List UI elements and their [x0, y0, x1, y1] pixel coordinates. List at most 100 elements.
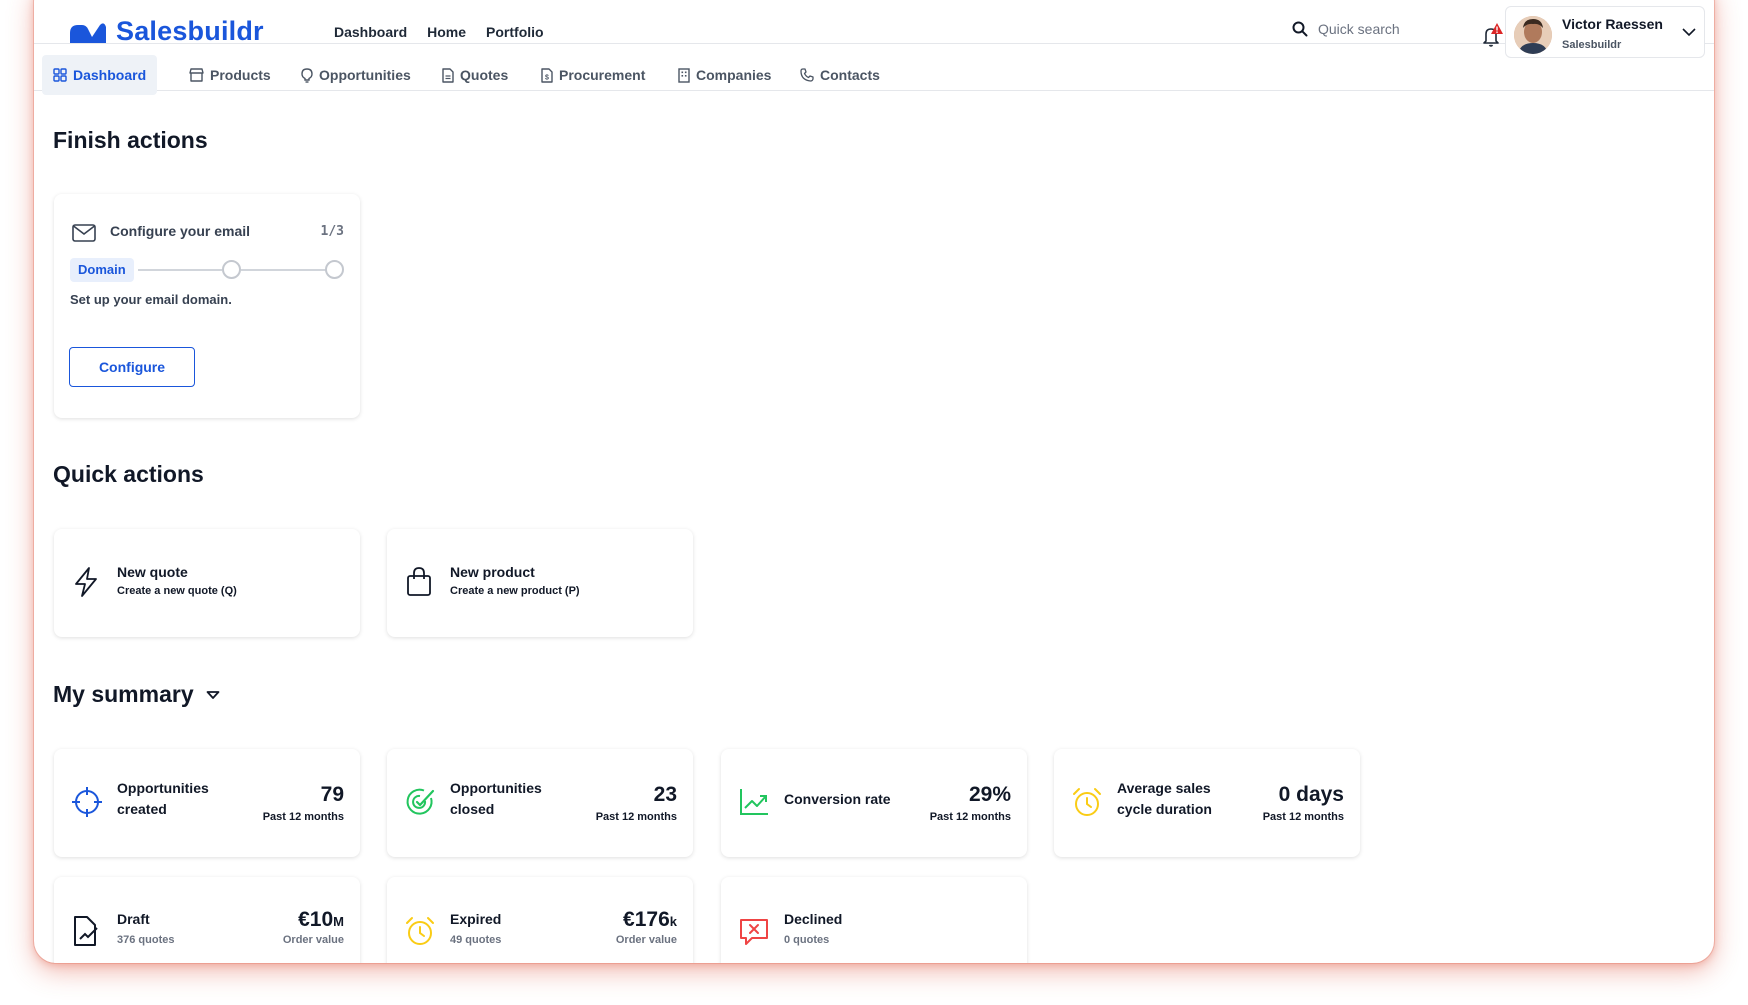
- top-nav: Dashboard Home Portfolio: [334, 24, 544, 40]
- stat-count: 49 quotes: [450, 934, 502, 946]
- value-unit: k: [669, 914, 677, 929]
- value-unit: M: [333, 914, 344, 929]
- setup-progress: 1/3: [320, 224, 344, 239]
- logo-text: Salesbuildr: [116, 16, 264, 46]
- envelope-icon: [72, 224, 96, 242]
- tab-companies[interactable]: Companies: [667, 55, 782, 95]
- stat-label: Conversion rate: [784, 791, 891, 807]
- quick-action-subtitle: Create a new quote (Q): [117, 585, 237, 597]
- stat-caption: Order value: [282, 934, 344, 946]
- value-amount: €176: [623, 908, 670, 931]
- tab-label: Companies: [696, 67, 772, 83]
- stat-value: €10M: [298, 908, 344, 932]
- stat-average-sales-cycle[interactable]: Average sales cycle duration 0 days Past…: [1054, 749, 1360, 857]
- stat-caption: Order value: [615, 934, 677, 946]
- quick-action-subtitle: Create a new product (P): [450, 585, 580, 597]
- stat-label: Expired: [450, 911, 502, 927]
- logo-icon: [70, 22, 106, 43]
- draft-document-icon: [74, 916, 98, 946]
- tab-contacts[interactable]: Contacts: [789, 55, 891, 95]
- step-marker[interactable]: [325, 260, 344, 279]
- step-connector: [138, 269, 222, 271]
- tab-procurement[interactable]: $ Procurement: [530, 55, 656, 95]
- stat-label: Draft: [117, 911, 150, 927]
- app-window: Salesbuildr Dashboard Home Portfolio Qui…: [34, 0, 1714, 963]
- stat-value: €176k: [623, 908, 677, 932]
- user-name: Victor Raessen: [1562, 16, 1663, 32]
- topnav-dashboard[interactable]: Dashboard: [334, 24, 407, 40]
- stat-label: Opportunities: [117, 780, 209, 796]
- stat-count: 376 quotes: [117, 934, 175, 946]
- setup-title: Configure your email: [110, 223, 251, 239]
- tab-label: Procurement: [559, 67, 646, 83]
- stat-period: Past 12 months: [1262, 811, 1344, 823]
- configure-button[interactable]: Configure: [69, 347, 195, 387]
- alarm-icon: [1073, 788, 1101, 816]
- quick-actions-heading: Quick actions: [53, 461, 204, 487]
- stat-opportunities-closed[interactable]: Opportunities closed 23 Past 12 months: [387, 749, 693, 857]
- crosshair-icon: [72, 787, 102, 817]
- phone-icon: [800, 68, 814, 82]
- tab-label: Products: [210, 67, 271, 83]
- tab-opportunities[interactable]: Opportunities: [290, 55, 422, 95]
- finish-actions-heading: Finish actions: [53, 127, 208, 153]
- stat-draft-quotes[interactable]: Draft 376 quotes €10M Order value: [54, 877, 360, 963]
- setup-email-card: Configure your email 1/3 Domain Set up y…: [54, 194, 360, 418]
- stat-label: closed: [450, 801, 495, 817]
- stat-label: cycle duration: [1117, 801, 1212, 817]
- topnav-home[interactable]: Home: [427, 24, 466, 40]
- tab-label: Contacts: [820, 67, 880, 83]
- setup-description: Set up your email domain.: [70, 292, 232, 307]
- stat-period: Past 12 months: [262, 811, 344, 823]
- caret-down-icon: [206, 690, 220, 699]
- stat-expired-quotes[interactable]: Expired 49 quotes €176k Order value: [387, 877, 693, 963]
- stat-value: 29%: [968, 783, 1011, 806]
- target-check-icon: [406, 788, 435, 815]
- quick-search: [1292, 21, 1458, 37]
- store-icon: [189, 68, 204, 82]
- stat-value: 0 days: [1278, 783, 1344, 806]
- step-connector: [241, 269, 327, 271]
- main-tabs: Dashboard Products Opportunities Quotes: [34, 45, 1714, 95]
- stat-label: Opportunities: [450, 780, 542, 796]
- stat-declined-quotes[interactable]: Declined 0 quotes: [721, 877, 1027, 963]
- shopping-bag-icon: [407, 567, 431, 596]
- stat-label: created: [117, 801, 167, 817]
- lightning-icon: [75, 567, 97, 597]
- stat-count: 0 quotes: [784, 934, 830, 946]
- stat-opportunities-created[interactable]: Opportunities created 79 Past 12 months: [54, 749, 360, 857]
- stat-label: Average sales: [1117, 780, 1211, 796]
- chevron-down-icon: [1682, 28, 1696, 37]
- tab-quotes[interactable]: Quotes: [431, 55, 519, 95]
- new-quote-card[interactable]: New quote Create a new quote (Q): [54, 529, 360, 637]
- quick-action-title: New quote: [117, 564, 188, 580]
- lightbulb-icon: [301, 67, 313, 83]
- stat-period: Past 12 months: [929, 811, 1011, 823]
- grid-icon: [53, 68, 67, 82]
- search-input[interactable]: [1318, 21, 1458, 37]
- declined-message-icon: [740, 919, 768, 945]
- document-icon: [442, 67, 454, 83]
- stat-conversion-rate[interactable]: Conversion rate 29% Past 12 months: [721, 749, 1027, 857]
- new-product-card[interactable]: New product Create a new product (P): [387, 529, 693, 637]
- tab-products[interactable]: Products: [178, 55, 282, 95]
- stat-label: Declined: [784, 911, 843, 927]
- search-icon[interactable]: [1292, 21, 1308, 37]
- step-domain[interactable]: Domain: [70, 258, 134, 282]
- topnav-portfolio[interactable]: Portfolio: [486, 24, 544, 40]
- tab-label: Dashboard: [73, 67, 147, 83]
- summary-heading: My summary: [53, 681, 194, 707]
- summary-toggle[interactable]: My summary: [53, 681, 220, 708]
- stat-value: 79: [320, 783, 344, 806]
- logo[interactable]: Salesbuildr: [68, 16, 264, 47]
- value-amount: €10: [298, 908, 334, 931]
- step-marker[interactable]: [222, 260, 241, 279]
- trend-up-icon: [740, 789, 768, 815]
- top-bar: Salesbuildr Dashboard Home Portfolio Qui…: [34, 0, 1714, 58]
- tab-dashboard[interactable]: Dashboard: [42, 55, 158, 95]
- stat-period: Past 12 months: [595, 811, 677, 823]
- tab-label: Opportunities: [319, 67, 411, 83]
- document-dollar-icon: $: [541, 67, 553, 83]
- svg-text:$: $: [545, 74, 549, 81]
- quick-action-title: New product: [450, 564, 535, 580]
